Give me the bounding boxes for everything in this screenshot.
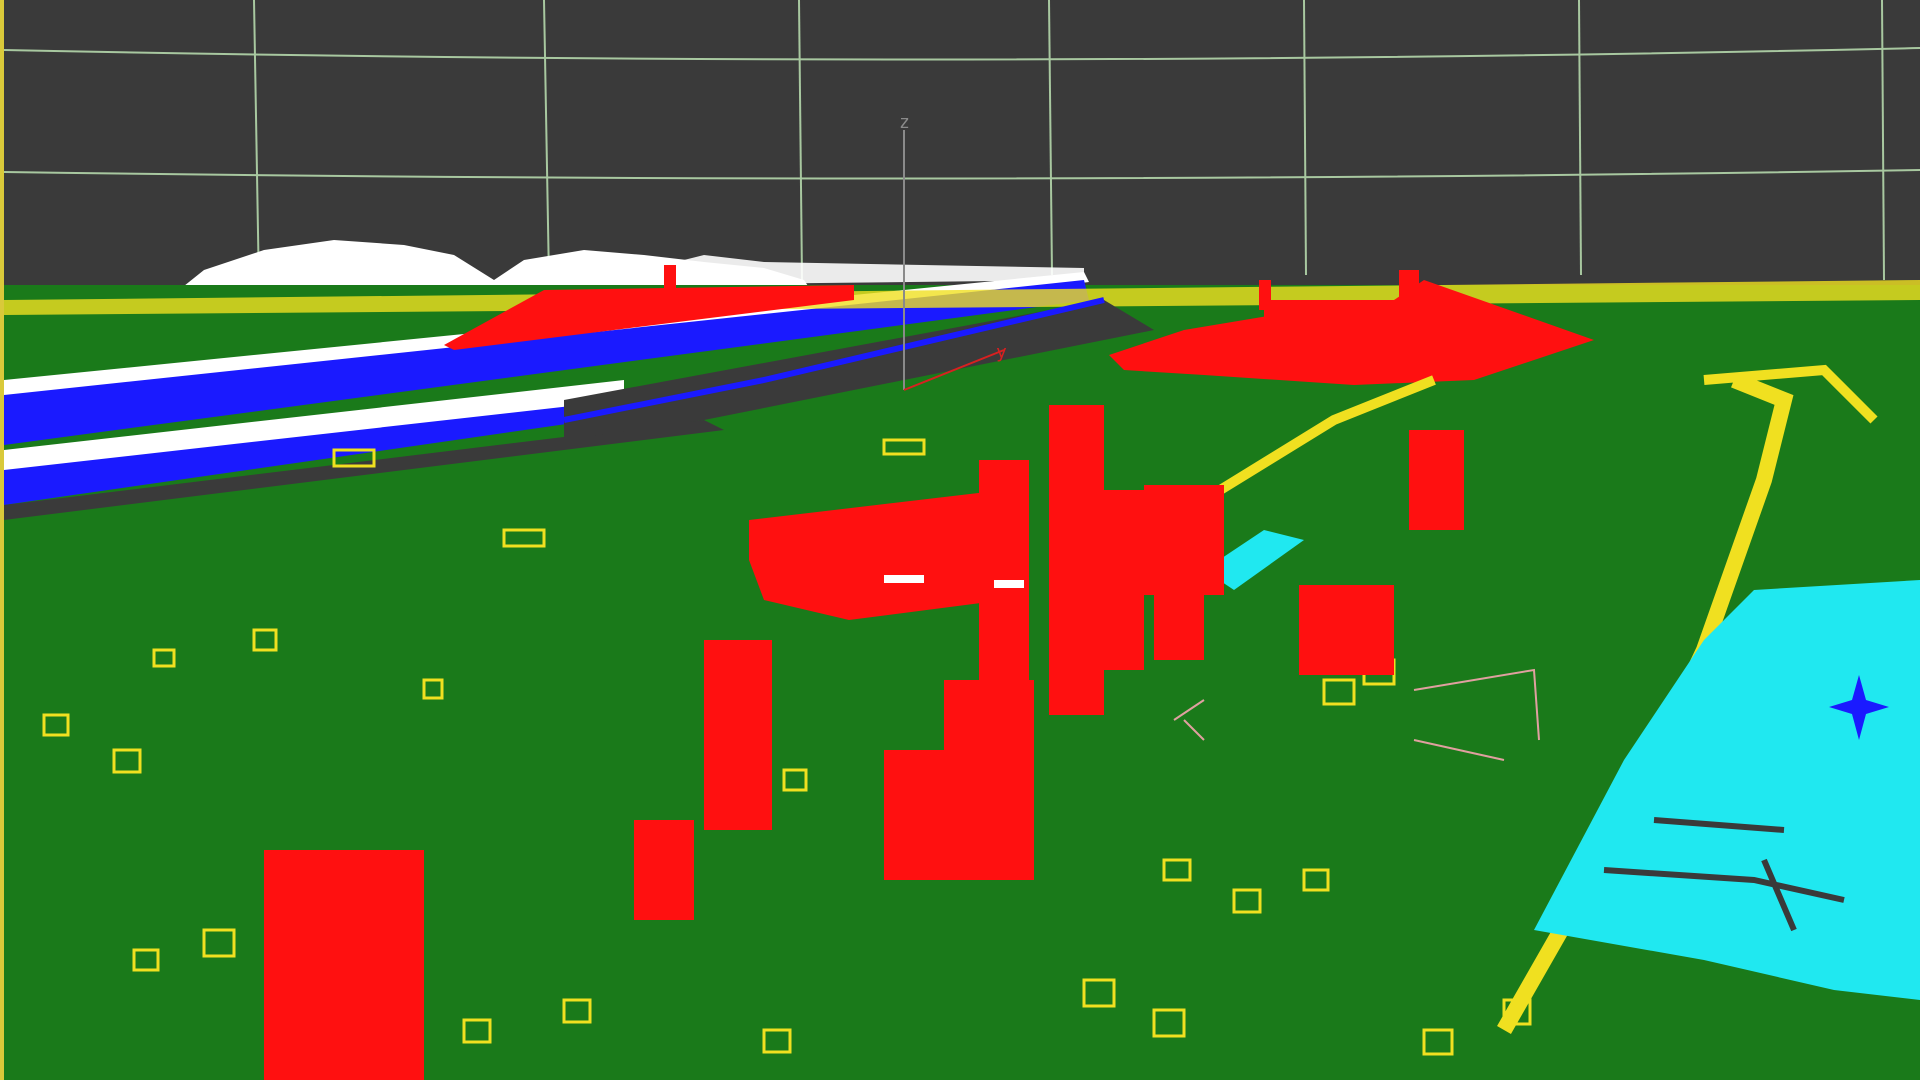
3d-viewport-perspective[interactable]: z y xyxy=(0,0,1920,1080)
axis-z-label: z xyxy=(899,112,910,133)
scene-canvas[interactable]: z y xyxy=(4,0,1920,1080)
